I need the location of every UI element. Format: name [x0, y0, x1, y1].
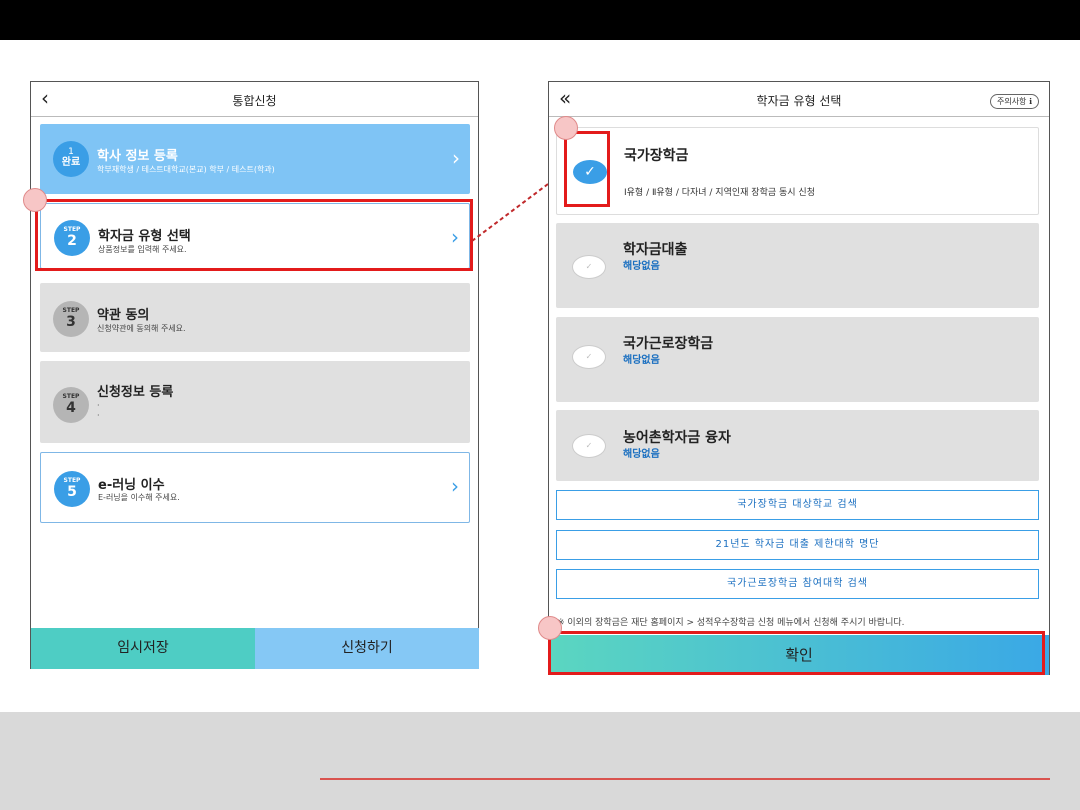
highlight-box — [564, 131, 610, 207]
search-work-schools-button[interactable]: 국가근로장학금 참여대학 검색 — [556, 569, 1039, 599]
chevron-right-icon: › — [452, 146, 460, 170]
integrated-application-screen: ‹ 통합신청 1 완료 학사 정보 등록 학부재학생 / 테스트대학교(본교) … — [30, 81, 479, 669]
step-title: 신청정보 등록 — [97, 385, 174, 400]
bottom-band — [0, 712, 1080, 810]
top-bar — [0, 0, 1080, 40]
step-title: 학사 정보 등록 — [97, 149, 178, 164]
step-subtitle: 학부재학생 / 테스트대학교(본교) 학부 / 테스트(학과) — [97, 165, 275, 174]
card-national-scholarship[interactable]: ✓ 국가장학금 Ⅰ유형 / Ⅱ유형 / 다자녀 / 지역인재 장학금 동시 신청 — [556, 127, 1039, 215]
card-status: 해당없음 — [623, 261, 660, 272]
step-badge: 1 완료 — [53, 141, 89, 177]
search-eligible-schools-button[interactable]: 국가장학금 대상학교 검색 — [556, 490, 1039, 520]
footnote: ※ 이외의 장학금은 재단 홈페이지 > 성적우수장학금 신청 메뉴에서 신청해… — [557, 618, 905, 628]
card-title: 국가근로장학금 — [623, 336, 714, 352]
page-title: 학자금 유형 선택 — [756, 94, 842, 108]
apply-button[interactable]: 신청하기 — [255, 628, 479, 669]
step-subtitle: · — [97, 401, 100, 410]
highlight-box — [548, 631, 1045, 675]
page-title: 통합신청 — [232, 94, 277, 108]
step-title: 약관 동의 — [97, 308, 150, 323]
card-work-scholarship[interactable]: ✓ 국가근로장학금 해당없음 — [556, 317, 1039, 402]
step-terms-agreement[interactable]: STEP 3 약관 동의 신청약관에 동의해 주세요. — [40, 283, 470, 352]
marker-circle — [23, 188, 47, 212]
loan-restricted-list-button[interactable]: 21년도 학자금 대출 제한대학 명단 — [556, 530, 1039, 560]
step-badge: STEP 4 — [53, 387, 89, 423]
step-application-info[interactable]: STEP 4 신청정보 등록 · · — [40, 361, 470, 443]
step-badge: STEP 5 — [54, 471, 90, 507]
card-rural-loan[interactable]: ✓ 농어촌학자금 융자 해당없음 — [556, 410, 1039, 481]
step-academic-info[interactable]: 1 완료 학사 정보 등록 학부재학생 / 테스트대학교(본교) 학부 / 테스… — [40, 124, 470, 194]
marker-circle — [554, 116, 578, 140]
header: ‹ 통합신청 — [31, 82, 478, 117]
step-title: e-러닝 이수 — [98, 478, 165, 493]
footer-line — [320, 778, 1050, 780]
checkmark-icon[interactable]: ✓ — [572, 434, 606, 458]
step-elearning[interactable]: STEP 5 e-러닝 이수 E-러닝을 이수해 주세요. › — [40, 452, 470, 523]
scholarship-type-screen: « 학자금 유형 선택 주의사항 ℹ ✓ 국가장학금 Ⅰ유형 / Ⅱ유형 / 다… — [548, 81, 1050, 675]
checkmark-icon[interactable]: ✓ — [572, 345, 606, 369]
chevron-right-icon: › — [451, 474, 459, 498]
header: « 학자금 유형 선택 주의사항 ℹ — [549, 82, 1049, 117]
save-draft-button[interactable]: 임시저장 — [31, 628, 255, 669]
highlight-box — [35, 199, 473, 271]
checkmark-icon[interactable]: ✓ — [572, 255, 606, 279]
step-subtitle-2: · — [97, 411, 100, 420]
step-subtitle: E-러닝을 이수해 주세요. — [98, 493, 180, 502]
marker-circle — [538, 616, 562, 640]
card-title: 농어촌학자금 융자 — [623, 430, 731, 446]
card-description: Ⅰ유형 / Ⅱ유형 / 다자녀 / 지역인재 장학금 동시 신청 — [624, 188, 815, 198]
step-subtitle: 신청약관에 동의해 주세요. — [97, 324, 186, 333]
card-status: 해당없음 — [623, 449, 660, 460]
notice-button[interactable]: 주의사항 ℹ — [989, 94, 1039, 109]
card-student-loan[interactable]: ✓ 학자금대출 해당없음 — [556, 223, 1039, 308]
card-title: 학자금대출 — [623, 242, 688, 258]
card-title: 국가장학금 — [624, 148, 689, 164]
card-status: 해당없음 — [623, 355, 660, 366]
step-badge: STEP 3 — [53, 301, 89, 337]
